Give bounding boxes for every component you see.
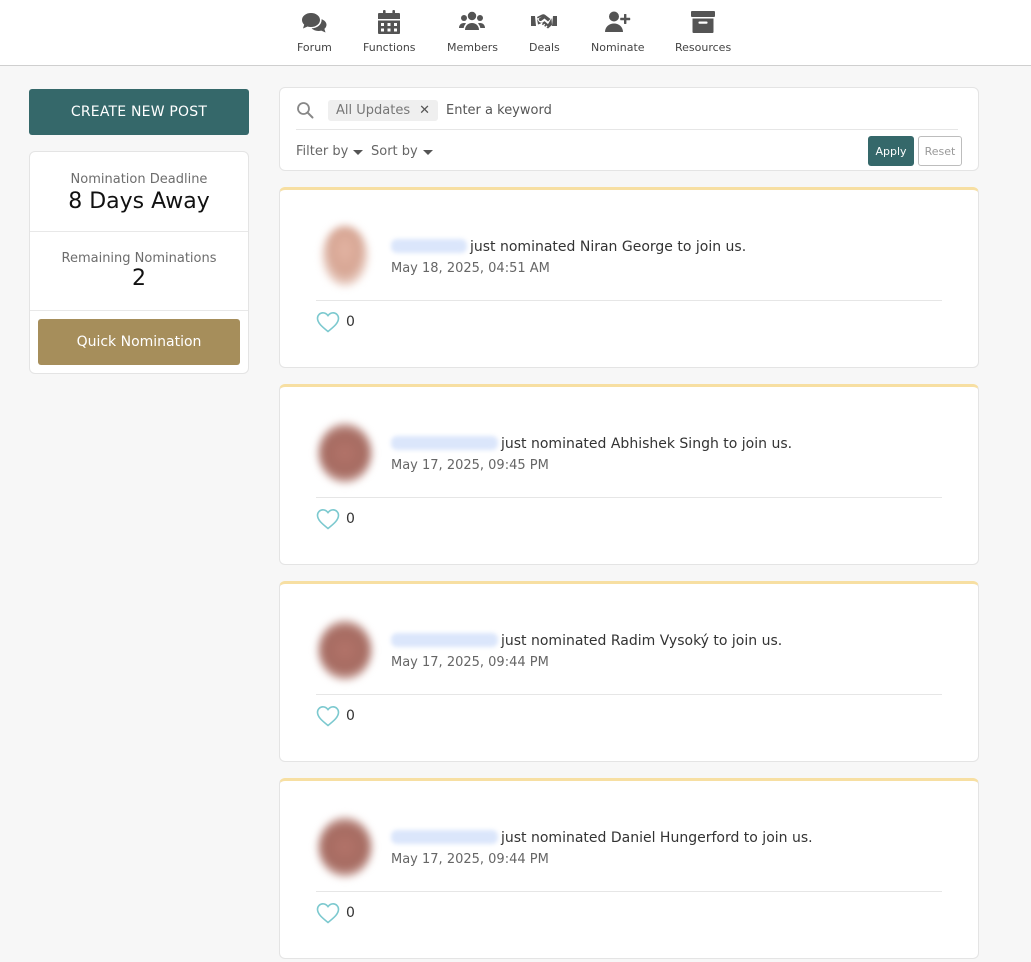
archive-box-icon: [691, 11, 716, 33]
nav-item-forum[interactable]: Forum: [297, 10, 332, 54]
avatar[interactable]: [318, 620, 372, 680]
like-count: 0: [346, 511, 355, 527]
post-timestamp: May 18, 2025, 04:51 AM: [391, 261, 550, 276]
poster-name-redacted[interactable]: [391, 633, 498, 647]
heart-icon[interactable]: [316, 705, 340, 727]
poster-name-redacted[interactable]: [391, 436, 498, 450]
nav-label: Deals: [529, 41, 560, 54]
remaining-value: 2: [132, 266, 146, 291]
heart-icon[interactable]: [316, 902, 340, 924]
divider: [316, 891, 942, 892]
feed-post: just nominated Niran George to join us. …: [279, 187, 979, 368]
top-nav: Forum Functions Members Deals Nominate R…: [0, 0, 1031, 66]
divider: [30, 231, 248, 232]
like-count: 0: [346, 905, 355, 921]
divider: [316, 300, 942, 301]
avatar[interactable]: [318, 817, 372, 877]
post-timestamp: May 17, 2025, 09:44 PM: [391, 852, 549, 867]
search-icon: [297, 102, 314, 119]
sort-by-label: Sort by: [371, 144, 418, 159]
search-panel: All Updates ✕ Filter by Sort by Apply Re…: [279, 87, 979, 171]
nav-item-resources[interactable]: Resources: [675, 10, 731, 54]
remaining-label: Remaining Nominations: [61, 251, 217, 266]
post-text: just nominated Niran George to join us.: [470, 239, 747, 255]
nav-item-nominate[interactable]: Nominate: [591, 10, 645, 54]
poster-name-redacted[interactable]: [391, 239, 467, 253]
post-text: just nominated Daniel Hungerford to join…: [501, 830, 813, 846]
sort-by-dropdown[interactable]: Sort by: [371, 144, 433, 159]
nav-label: Functions: [363, 41, 416, 54]
chip-label: All Updates: [336, 103, 411, 118]
remaining-nominations: Remaining Nominations 2: [30, 251, 248, 291]
post-timestamp: May 17, 2025, 09:45 PM: [391, 458, 549, 473]
divider: [30, 310, 248, 311]
deadline-label: Nomination Deadline: [70, 172, 208, 187]
feed-post: just nominated Radim Vysoký to join us. …: [279, 581, 979, 762]
poster-name-redacted[interactable]: [391, 830, 498, 844]
post-timestamp: May 17, 2025, 09:44 PM: [391, 655, 549, 670]
users-icon: [459, 11, 486, 30]
nav-label: Forum: [297, 41, 332, 54]
nav-item-functions[interactable]: Functions: [363, 10, 416, 54]
nav-item-members[interactable]: Members: [447, 10, 498, 54]
post-text: just nominated Abhishek Singh to join us…: [501, 436, 793, 452]
feed-post: just nominated Daniel Hungerford to join…: [279, 778, 979, 959]
deadline-value: 8 Days Away: [68, 189, 210, 214]
avatar[interactable]: [318, 423, 372, 483]
keyword-search-input[interactable]: [446, 99, 946, 121]
feed-post: just nominated Abhishek Singh to join us…: [279, 384, 979, 565]
like-count: 0: [346, 314, 355, 330]
nav-label: Members: [447, 41, 498, 54]
user-plus-icon: [604, 11, 630, 32]
filter-by-label: Filter by: [296, 144, 349, 159]
nomination-deadline: Nomination Deadline 8 Days Away: [30, 172, 248, 214]
divider: [316, 497, 942, 498]
filter-by-dropdown[interactable]: Filter by: [296, 144, 364, 159]
post-text: just nominated Radim Vysoký to join us.: [501, 633, 783, 649]
handshake-icon: [531, 14, 558, 29]
nav-item-deals[interactable]: Deals: [529, 10, 560, 54]
filter-chip-all-updates: All Updates ✕: [328, 100, 439, 121]
nav-label: Nominate: [591, 41, 645, 54]
nav-label: Resources: [675, 41, 732, 54]
heart-icon[interactable]: [316, 508, 340, 530]
close-icon[interactable]: ✕: [419, 103, 430, 118]
calendar-icon: [378, 10, 401, 34]
like-count: 0: [346, 708, 355, 724]
create-new-post-button[interactable]: CREATE NEW POST: [29, 89, 249, 135]
caret-down-icon: [353, 150, 364, 155]
divider: [316, 694, 942, 695]
apply-button[interactable]: Apply: [868, 136, 914, 166]
comments-icon: [302, 13, 327, 33]
divider: [296, 129, 958, 130]
reset-button[interactable]: Reset: [918, 136, 962, 166]
quick-nomination-button[interactable]: Quick Nomination: [38, 319, 240, 365]
caret-down-icon: [422, 150, 433, 155]
avatar[interactable]: [322, 226, 368, 286]
heart-icon[interactable]: [316, 311, 340, 333]
nomination-card: Nomination Deadline 8 Days Away Remainin…: [29, 151, 249, 374]
